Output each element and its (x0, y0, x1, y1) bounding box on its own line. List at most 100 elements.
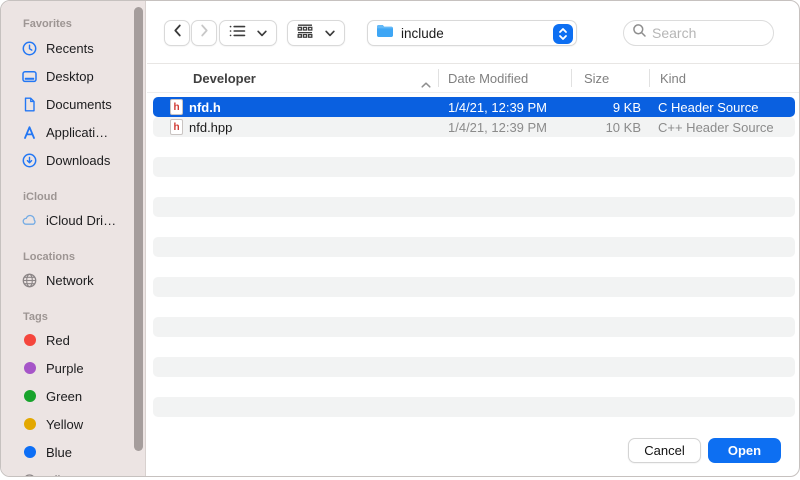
empty-row (153, 157, 795, 177)
file-date: 1/4/21, 12:39 PM (448, 97, 547, 117)
file-size: 10 KB (553, 117, 641, 137)
sidebar-item-label: Network (46, 273, 94, 288)
sidebar-item-recents[interactable]: Recents (21, 37, 94, 59)
search-field[interactable] (623, 20, 774, 46)
file-name: nfd.hpp (189, 120, 232, 135)
empty-row (153, 317, 795, 337)
c-header-file-icon: h (170, 99, 183, 115)
file-kind: C++ Header Source (658, 117, 774, 137)
sidebar-item-label: Yellow (46, 417, 83, 432)
column-header-kind[interactable]: Kind (660, 71, 686, 86)
empty-row (153, 177, 795, 197)
header-divider (147, 92, 799, 93)
clock-icon (21, 40, 38, 57)
list-view-icon (229, 24, 246, 43)
section-label-icloud: iCloud (23, 191, 57, 203)
empty-row (153, 377, 795, 397)
sidebar-item-applications[interactable]: Applicati… (21, 121, 108, 143)
sidebar-item-all-tags[interactable]: All Tags (21, 469, 91, 477)
group-icon (297, 24, 313, 43)
blue-tag-icon (21, 444, 38, 461)
folder-dropdown-value: include (401, 26, 444, 41)
sidebar-item-tag-red[interactable]: Red (21, 329, 70, 351)
column-separator[interactable] (649, 69, 650, 87)
open-button[interactable]: Open (708, 438, 781, 463)
forward-button[interactable] (191, 20, 217, 46)
sidebar-item-label: Green (46, 389, 82, 404)
empty-row (153, 357, 795, 377)
sidebar-item-label: All Tags (46, 473, 91, 478)
sidebar-item-downloads[interactable]: Downloads (21, 149, 110, 171)
column-header-date-modified[interactable]: Date Modified (448, 71, 528, 86)
file-date: 1/4/21, 12:39 PM (448, 117, 547, 137)
empty-row (153, 197, 795, 217)
empty-row (153, 277, 795, 297)
sidebar-item-label: Blue (46, 445, 72, 460)
cancel-button[interactable]: Cancel (628, 438, 701, 463)
cpp-header-file-icon: h (170, 119, 183, 135)
column-header-size[interactable]: Size (584, 71, 609, 86)
sidebar-item-tag-purple[interactable]: Purple (21, 357, 84, 379)
table-row-nfd-h[interactable]: h nfd.h 1/4/21, 12:39 PM 9 KB C Header S… (153, 97, 795, 117)
globe-icon (21, 272, 38, 289)
all-tags-icon (21, 472, 38, 478)
empty-row (153, 257, 795, 277)
sidebar-item-tag-green[interactable]: Green (21, 385, 82, 407)
open-file-dialog: Favorites Recents Desktop Documents Appl… (0, 0, 800, 477)
section-label-favorites: Favorites (23, 18, 72, 30)
empty-row (153, 297, 795, 317)
column-separator[interactable] (438, 69, 439, 87)
sidebar-item-icloud-drive[interactable]: iCloud Dri… (21, 209, 116, 231)
sidebar-item-tag-blue[interactable]: Blue (21, 441, 72, 463)
folder-dropdown[interactable]: include (367, 20, 577, 46)
search-icon (632, 23, 647, 43)
sidebar-item-network[interactable]: Network (21, 269, 94, 291)
search-input[interactable] (652, 25, 765, 41)
empty-row (153, 137, 795, 157)
sidebar-item-label: iCloud Dri… (46, 213, 116, 228)
file-kind: C Header Source (658, 97, 758, 117)
sidebar: Favorites Recents Desktop Documents Appl… (1, 1, 146, 476)
section-label-locations: Locations (23, 251, 75, 263)
sidebar-item-label: Documents (46, 97, 112, 112)
sidebar-scrollbar[interactable] (134, 7, 143, 451)
sidebar-item-desktop[interactable]: Desktop (21, 65, 94, 87)
table-row-nfd-hpp[interactable]: h nfd.hpp 1/4/21, 12:39 PM 10 KB C++ Hea… (153, 117, 795, 137)
sidebar-item-label: Red (46, 333, 70, 348)
column-header-name[interactable]: Developer (193, 71, 256, 86)
folder-icon (376, 24, 394, 43)
red-tag-icon (21, 332, 38, 349)
sidebar-item-label: Purple (46, 361, 84, 376)
cloud-icon (21, 212, 38, 229)
file-name: nfd.h (189, 100, 221, 115)
desktop-icon (21, 68, 38, 85)
yellow-tag-icon (21, 416, 38, 433)
applications-icon (21, 124, 38, 141)
file-size: 9 KB (553, 97, 641, 117)
back-button[interactable] (164, 20, 190, 46)
column-separator[interactable] (571, 69, 572, 87)
document-icon (21, 96, 38, 113)
list-view-button[interactable] (219, 20, 277, 46)
chevron-down-icon (257, 24, 267, 42)
sort-ascending-icon (421, 75, 431, 93)
stepper-icon (553, 24, 573, 44)
file-list: h nfd.h 1/4/21, 12:39 PM 9 KB C Header S… (153, 97, 795, 417)
group-view-button[interactable] (287, 20, 345, 46)
chevron-right-icon (200, 24, 209, 42)
sidebar-item-label: Recents (46, 41, 94, 56)
sidebar-item-documents[interactable]: Documents (21, 93, 112, 115)
green-tag-icon (21, 388, 38, 405)
section-label-tags: Tags (23, 311, 48, 323)
sidebar-item-label: Applicati… (46, 125, 108, 140)
chevron-down-icon (325, 24, 335, 42)
empty-row (153, 397, 795, 417)
sidebar-item-label: Downloads (46, 153, 110, 168)
chevron-left-icon (173, 24, 182, 42)
empty-row (153, 217, 795, 237)
sidebar-item-label: Desktop (46, 69, 94, 84)
empty-row (153, 237, 795, 257)
toolbar-divider (147, 63, 799, 64)
downloads-icon (21, 152, 38, 169)
sidebar-item-tag-yellow[interactable]: Yellow (21, 413, 83, 435)
